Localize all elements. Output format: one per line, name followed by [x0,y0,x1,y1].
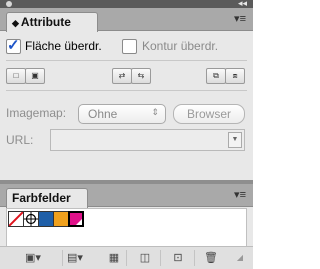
divider [6,90,247,91]
stroke-overprint-label: Kontur überdr. [142,39,219,53]
tab-swatches-label: Farbfelder [12,191,71,205]
divider [160,250,161,266]
divider [6,60,247,61]
attribute-panel: ◆Attribute ▾≡ Fläche überdr. Kontur über… [0,8,253,180]
imagemap-select[interactable]: Ohne ⇕ [78,104,166,124]
panel-menu-icon[interactable]: ▾≡ [234,188,246,201]
swatch-magenta-selected[interactable] [68,211,84,227]
collapse-caret-icon[interactable]: ◆ [12,18,19,28]
swatch-registration[interactable] [23,211,39,227]
fill-overprint-checkbox[interactable] [6,36,21,54]
show-center-off-icon[interactable]: □ [6,68,26,84]
swatch-library-icon[interactable]: ▣▾ [25,251,41,265]
swatch-orange[interactable] [53,211,69,227]
swatch-blue[interactable] [38,211,54,227]
panel-dock-header[interactable]: ◂◂ [0,0,253,8]
new-group-icon[interactable]: ◫ [137,251,153,265]
attribute-tabbar: ◆ Attribute ▾≡ [0,8,253,32]
imagemap-label: Imagemap: [6,106,67,120]
imagemap-value: Ohne [88,107,118,121]
tab-attribute[interactable]: ◆ Attribute [6,12,98,32]
panel-menu-icon[interactable]: ▾≡ [234,12,246,25]
trash-icon[interactable]: 🗑 [203,251,219,265]
fill-overprint-label: Fläche überdr. [25,39,102,53]
swatch-none[interactable] [8,211,24,227]
reverse-path-2-icon[interactable]: ⧈ [225,68,245,84]
nonzero-winding-icon[interactable]: ⇄ [112,68,132,84]
chevron-down-icon[interactable]: ▼ [228,132,242,148]
tab-attribute-label: Attribute [20,15,71,29]
show-center-on-icon[interactable]: ▣ [25,68,45,84]
reverse-path-icon[interactable]: ⧉ [206,68,226,84]
divider [126,250,127,266]
even-odd-icon[interactable]: ⇆ [131,68,151,84]
chevron-updown-icon: ⇕ [151,107,159,117]
divider [62,250,63,266]
stroke-overprint-checkbox[interactable] [122,39,137,54]
swatches-tabbar: Farbfelder ▾≡ [0,184,253,208]
browser-button[interactable]: Browser [173,104,245,124]
swatch-options-icon[interactable]: ▦ [106,251,122,265]
swatches-toolbar: ▣▾ ▤▾ ▦ ◫ ⊡ 🗑 ◢ [0,246,253,269]
resize-grip-icon[interactable]: ◢ [232,251,248,265]
swatches-panel: Farbfelder ▾≡ ▣▾ ▤▾ ▦ ◫ ⊡ 🗑 ◢ [0,184,253,269]
new-swatch-icon[interactable]: ⊡ [170,251,186,265]
divider [194,250,195,266]
tab-swatches[interactable]: Farbfelder [6,188,88,208]
close-icon[interactable] [6,1,12,7]
url-label: URL: [6,133,34,147]
url-input[interactable]: ▼ [50,129,245,151]
show-kinds-icon[interactable]: ▤▾ [67,251,83,265]
overprint-row: Fläche überdr. Kontur überdr. [6,36,246,56]
app-window: ◂◂ ◆Attribute ▾≡ Fläche überdr. Kontur ü… [0,0,253,269]
